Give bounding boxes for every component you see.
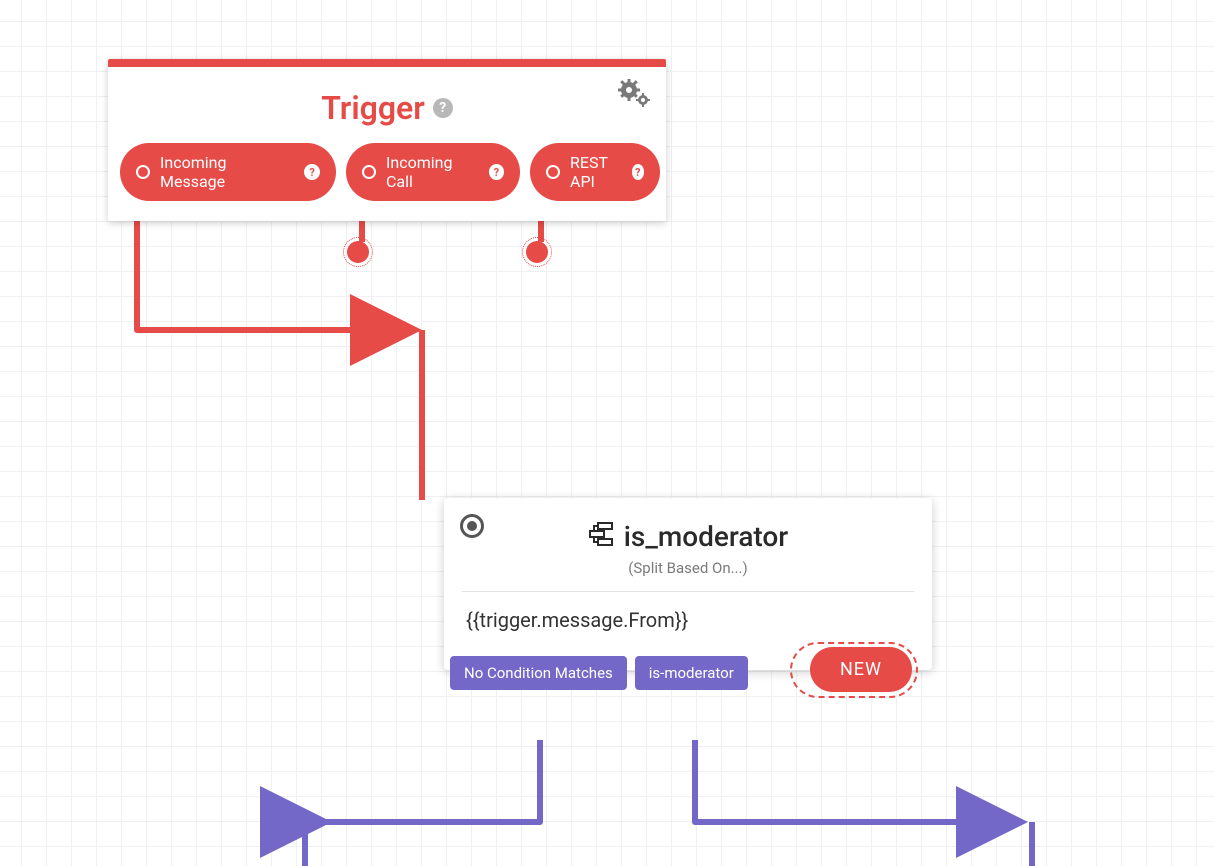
split-title-text: is_moderator	[624, 520, 788, 553]
pill-incoming-message[interactable]: Incoming Message ?	[120, 143, 336, 201]
trigger-output-pills: Incoming Message ? Incoming Call ? REST …	[108, 143, 666, 221]
pill-label: Incoming Call	[386, 153, 479, 191]
trigger-header: Trigger ?	[108, 67, 666, 143]
help-icon[interactable]: ?	[304, 164, 320, 180]
input-port-icon[interactable]	[460, 514, 484, 538]
split-title: is_moderator	[588, 520, 788, 553]
pill-rest-api[interactable]: REST API ?	[530, 143, 660, 201]
gears-icon[interactable]	[618, 79, 650, 113]
pill-label: Incoming Message	[160, 153, 294, 191]
new-transition-button[interactable]: NEW	[810, 647, 912, 692]
pill-label: REST API	[570, 153, 622, 191]
split-header: is_moderator	[444, 498, 932, 559]
trigger-title-text: Trigger	[321, 89, 425, 127]
split-widget-node[interactable]: is_moderator (Split Based On...) {{trigg…	[444, 498, 932, 670]
port-ring-icon	[362, 165, 376, 179]
output-no-condition-matches[interactable]: No Condition Matches	[450, 656, 627, 690]
split-output-pills: No Condition Matches is-moderator	[450, 656, 748, 690]
output-is-moderator[interactable]: is-moderator	[635, 656, 748, 690]
help-icon[interactable]: ?	[632, 164, 644, 180]
port-ring-icon	[136, 165, 150, 179]
split-icon	[588, 520, 614, 553]
port-ring-icon	[546, 165, 560, 179]
help-icon[interactable]: ?	[433, 98, 453, 118]
trigger-title: Trigger ?	[321, 89, 453, 127]
help-icon[interactable]: ?	[489, 164, 504, 180]
split-subtitle: (Split Based On...)	[444, 559, 932, 591]
trigger-node[interactable]: Trigger ? Inc	[108, 59, 666, 221]
pill-incoming-call[interactable]: Incoming Call ?	[346, 143, 520, 201]
